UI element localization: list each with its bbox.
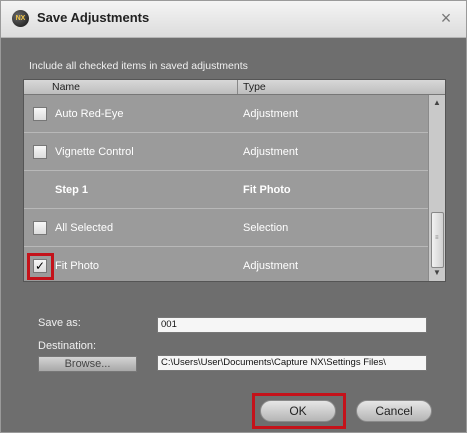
title-bar: NX Save Adjustments × xyxy=(1,1,466,38)
row-type: Adjustment xyxy=(243,146,299,158)
row-checkbox[interactable] xyxy=(33,221,47,235)
row-name: Auto Red-Eye xyxy=(55,108,124,120)
column-header-type[interactable]: Type xyxy=(243,81,266,93)
close-icon[interactable]: × xyxy=(437,9,455,27)
row-name: Vignette Control xyxy=(55,146,134,158)
ok-button-highlight xyxy=(252,393,346,429)
list-row[interactable]: ✓ Fit Photo Adjustment xyxy=(24,247,428,281)
row-type: Fit Photo xyxy=(243,184,291,196)
scroll-thumb[interactable]: ≡ xyxy=(431,212,444,268)
row-name: Fit Photo xyxy=(55,260,100,272)
destination-label: Destination: xyxy=(38,340,97,352)
column-divider xyxy=(237,80,238,94)
destination-path-field[interactable]: C:\Users\User\Documents\Capture NX\Setti… xyxy=(157,355,427,371)
save-as-input[interactable]: 001 xyxy=(157,317,427,333)
save-adjustments-dialog: NX Save Adjustments × Include all checke… xyxy=(0,0,467,433)
dialog-title: Save Adjustments xyxy=(37,10,150,25)
list-row-step[interactable]: Step 1 Fit Photo xyxy=(24,171,428,209)
row-type: Adjustment xyxy=(243,260,299,272)
list-row[interactable]: Vignette Control Adjustment xyxy=(24,133,428,171)
grip-icon: ≡ xyxy=(435,235,439,241)
list-row[interactable]: Auto Red-Eye Adjustment xyxy=(24,95,428,133)
scroll-down-icon[interactable]: ▼ xyxy=(429,265,445,281)
list-scrollbar[interactable]: ▲ ≡ ▼ xyxy=(428,95,445,281)
save-as-label: Save as: xyxy=(38,317,81,329)
row-type: Adjustment xyxy=(243,108,299,120)
row-name: All Selected xyxy=(55,222,114,234)
column-header-name[interactable]: Name xyxy=(52,81,80,93)
checkbox-highlight xyxy=(27,253,54,280)
browse-button[interactable]: Browse... xyxy=(38,356,137,372)
row-checkbox[interactable] xyxy=(33,145,47,159)
list-row[interactable]: All Selected Selection xyxy=(24,209,428,247)
scroll-up-icon[interactable]: ▲ xyxy=(429,95,445,111)
row-checkbox[interactable] xyxy=(33,107,47,121)
cancel-button[interactable]: Cancel xyxy=(356,400,432,422)
capture-nx-logo-icon: NX xyxy=(12,10,29,27)
list-header: Name Type xyxy=(24,80,445,95)
row-type: Selection xyxy=(243,222,289,234)
instruction-text: Include all checked items in saved adjus… xyxy=(29,60,248,72)
adjustments-list: Name Type Auto Red-Eye Adjustment Vignet… xyxy=(23,79,446,282)
row-name: Step 1 xyxy=(55,184,89,196)
